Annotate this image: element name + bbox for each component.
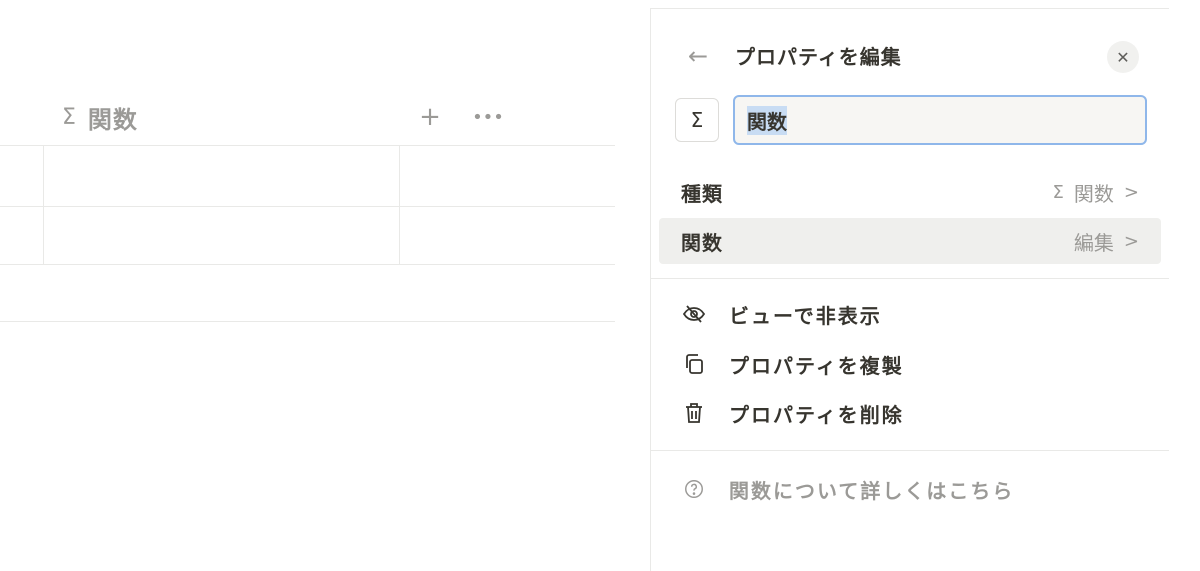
trash-icon [681,400,707,426]
formula-edit-row[interactable]: 関数 編集 > [659,218,1161,264]
column-name: 関数 [87,105,138,134]
hide-in-view-label: ビューで非表示 [729,303,882,328]
table-bottom-divider [0,321,615,322]
learn-formulas-link[interactable]: 関数について詳しくはこちら [681,469,1141,509]
more-options-button[interactable]: ••• [472,96,504,138]
panel-header: ← プロパティを編集 ✕ [651,39,1169,75]
property-type-label: 種類 [681,181,723,206]
chevron-right-icon: > [1123,230,1139,252]
close-icon[interactable]: ✕ [1107,41,1139,73]
formula-type-icon: Σ [62,104,76,130]
new-row-area[interactable] [0,265,615,321]
help-circle-icon [681,476,707,502]
section-divider [651,450,1169,451]
property-type-value: Σ 関数 > [1053,178,1139,207]
property-type-row[interactable]: 種類 Σ 関数 > [659,169,1161,215]
eye-off-icon [681,301,707,327]
table-cell[interactable] [44,146,399,206]
formula-label: 関数 [681,230,723,255]
property-icon-button[interactable]: Σ [675,98,719,142]
duplicate-property-label: プロパティを複製 [729,353,904,378]
delete-property-label: プロパティを削除 [729,402,904,427]
formula-type-icon: Σ [1052,181,1064,203]
back-arrow-icon[interactable]: ← [685,41,711,71]
property-type-value-text: 関数 [1073,181,1114,206]
property-name-input[interactable]: 関数 [733,95,1147,145]
formula-edit-value: 編集 > [1074,227,1139,256]
edit-property-panel: ← プロパティを編集 ✕ Σ 関数 種類 Σ 関数 > 関数 編集 > ビューで… [650,8,1169,571]
duplicate-icon [681,351,707,377]
learn-formulas-label: 関数について詳しくはこちら [729,478,1015,503]
table-cell[interactable] [44,207,399,264]
add-column-button[interactable]: + [416,96,444,138]
column-divider [399,146,400,264]
formula-column-header[interactable]: Σ 関数 [62,96,138,138]
database-table: Σ 関数 + ••• [0,0,615,571]
duplicate-property-action[interactable]: プロパティを複製 [681,344,1141,384]
section-divider [651,278,1169,279]
formula-edit-value-text: 編集 [1073,230,1114,255]
chevron-right-icon: > [1123,181,1139,203]
app-root: Σ 関数 + ••• ← プロパティを編集 ✕ Σ 関数 種類 Σ 関数 > 関… [0,0,1200,571]
property-name-value: 関数 [747,105,787,135]
hide-in-view-action[interactable]: ビューで非表示 [681,294,1141,334]
delete-property-action[interactable]: プロパティを削除 [681,393,1141,433]
panel-title: プロパティを編集 [735,45,902,69]
